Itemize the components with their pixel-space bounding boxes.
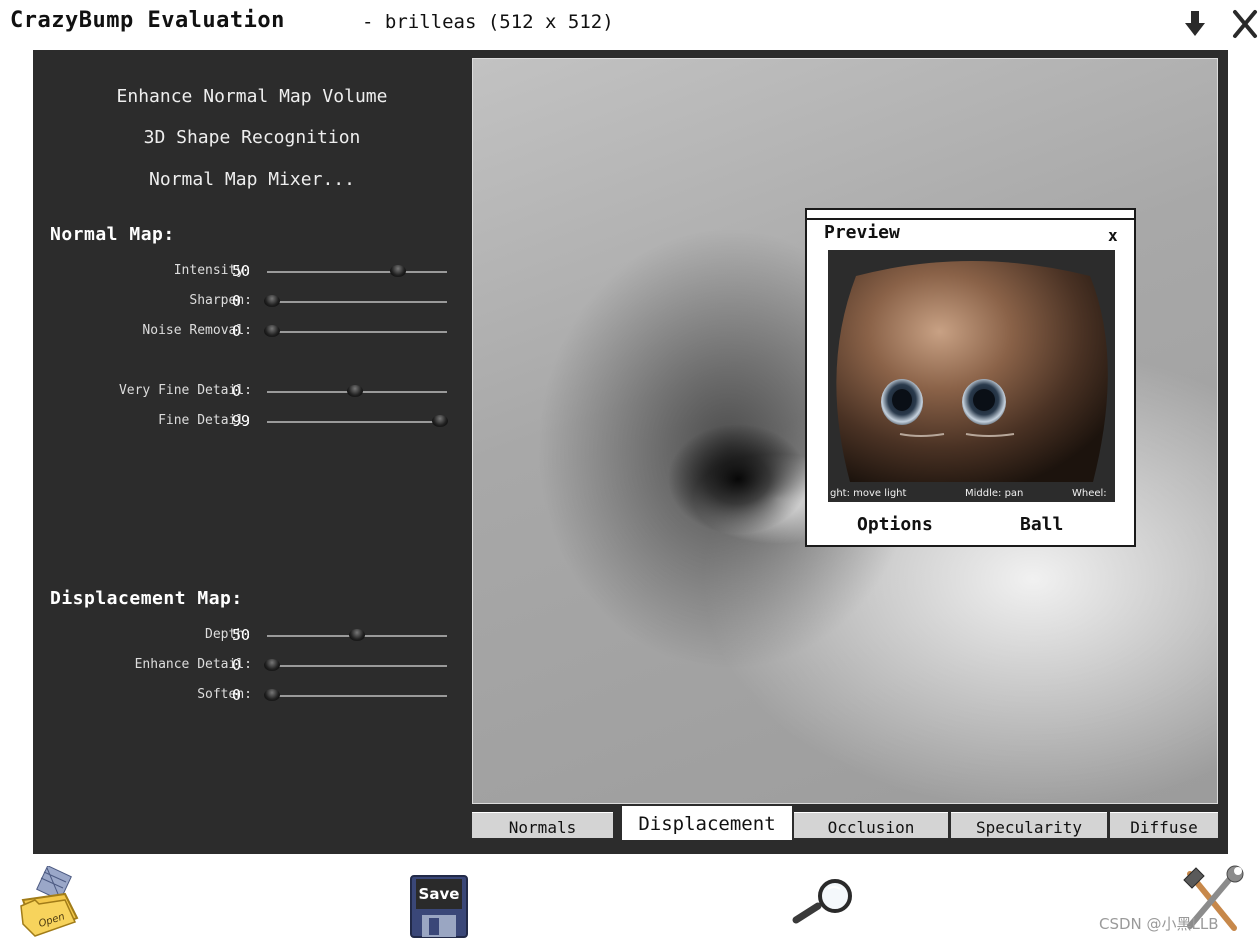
slider-value: 50 [232, 626, 251, 644]
preview-ball-button[interactable]: Ball [1020, 514, 1063, 535]
open-button[interactable]: Open [17, 865, 85, 940]
tab-normals[interactable]: Normals [472, 812, 613, 838]
tab-occlusion[interactable]: Occlusion [794, 812, 948, 838]
slider-thumb[interactable] [264, 659, 281, 671]
slider-thumb[interactable] [264, 325, 281, 337]
noise-removal-slider[interactable] [264, 325, 447, 337]
soften-slider[interactable] [264, 689, 447, 701]
slider-value: 99 [232, 412, 251, 430]
slider-thumb[interactable] [390, 265, 407, 277]
down-arrow-icon [1185, 11, 1205, 36]
preview-render [836, 261, 1108, 482]
preview-window: Preview x ght: move light Middle: pan Wh… [805, 208, 1136, 547]
fine-detail-slider-row: Fine Detail: 99 [33, 411, 471, 431]
enhance-detail-slider-row: Enhance Detail: 0 [33, 655, 471, 675]
slider-value: 0 [232, 656, 242, 674]
normal-map-mixer-button[interactable]: Normal Map Mixer... [33, 169, 471, 190]
slider-thumb[interactable] [264, 295, 281, 307]
tab-diffuse[interactable]: Diffuse [1110, 812, 1218, 838]
very-fine-detail-slider-row: Very Fine Detail: 0 [33, 381, 471, 401]
shape-recognition-button[interactable]: 3D Shape Recognition [33, 127, 471, 148]
preview-title: Preview [824, 222, 900, 243]
enhance-normal-volume-button[interactable]: Enhance Normal Map Volume [33, 86, 471, 107]
depth-slider[interactable] [267, 629, 447, 641]
close-button[interactable] [1230, 6, 1260, 40]
preview-3d-canvas[interactable]: ght: move light Middle: pan Wheel: [828, 250, 1115, 502]
intensity-slider[interactable] [267, 265, 447, 277]
floppy-disk-icon: Save [410, 875, 468, 938]
close-x-icon [1233, 10, 1257, 38]
slider-thumb[interactable] [347, 385, 364, 397]
slider-value: 0 [232, 382, 242, 400]
soften-slider-row: Soften: 0 [33, 685, 471, 705]
app-title: CrazyBump Evaluation [10, 8, 285, 33]
preview-close-button[interactable]: x [1108, 226, 1118, 245]
intensity-slider-row: Intensity: 50 [33, 261, 471, 281]
fine-detail-slider[interactable] [267, 415, 448, 427]
enhance-detail-slider[interactable] [264, 659, 447, 671]
slider-value: 0 [232, 322, 242, 340]
very-fine-detail-slider[interactable] [267, 385, 447, 397]
sharpen-slider[interactable] [264, 295, 447, 307]
save-label: Save [419, 885, 460, 903]
open-folder-icon: Open [20, 865, 79, 937]
magnifier-icon [792, 879, 852, 924]
help-right-text: ght: move light [830, 488, 907, 499]
slider-value: 0 [232, 292, 242, 310]
save-button[interactable]: Save [410, 875, 468, 938]
file-info: - brilleas (512 x 512) [362, 11, 614, 33]
normal-map-title: Normal Map: [50, 224, 175, 245]
sharpen-slider-row: Sharpen: 0 [33, 291, 471, 311]
slider-thumb[interactable] [349, 629, 365, 641]
settings-panel: Enhance Normal Map Volume 3D Shape Recog… [33, 50, 471, 854]
help-middle-text: Middle: pan [965, 488, 1024, 499]
slider-value: 0 [232, 686, 242, 704]
minimize-button[interactable] [1180, 6, 1210, 40]
watermark-text: CSDN @小黑LLB [1099, 915, 1219, 933]
displacement-map-title: Displacement Map: [50, 588, 243, 609]
slider-thumb[interactable] [264, 689, 281, 701]
preview-options-button[interactable]: Options [857, 514, 933, 535]
slider-value: 50 [232, 262, 251, 280]
slider-thumb[interactable] [431, 415, 448, 427]
tab-displacement[interactable]: Displacement [622, 806, 792, 840]
help-wheel-text: Wheel: [1072, 488, 1107, 499]
depth-slider-row: Depth: 50 [33, 625, 471, 645]
preview-title-divider [807, 218, 1134, 220]
preview-help-bar: ght: move light Middle: pan Wheel: [828, 486, 1115, 502]
tab-specularity[interactable]: Specularity [951, 812, 1107, 838]
slider-label: Soften: [197, 687, 252, 702]
zoom-button[interactable] [790, 878, 856, 928]
slider-label: Sharpen: [189, 293, 252, 308]
noise-removal-slider-row: Noise Removal: 0 [33, 321, 471, 341]
title-bar: CrazyBump Evaluation - brilleas (512 x 5… [0, 0, 1260, 48]
